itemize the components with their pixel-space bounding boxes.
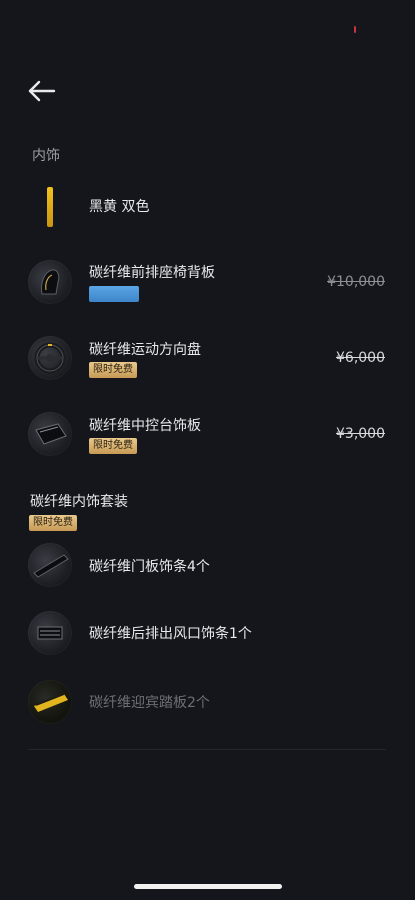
rear-vent-label: 碳纤维后排出风口饰条1个 (89, 626, 252, 642)
welcome-pedal-thumbnail (28, 680, 72, 724)
seat-back-price: ¥10,000 (327, 274, 385, 290)
steering-wheel-price: ¥6,000 (336, 350, 385, 366)
center-console-label: 碳纤维中控台饰板 (89, 418, 201, 434)
color-swatch (47, 187, 53, 227)
steering-wheel-thumbnail (28, 336, 72, 380)
center-console-thumbnail (28, 412, 72, 456)
home-indicator[interactable] (134, 884, 282, 889)
status-indicator-dot (354, 26, 356, 33)
center-console-price: ¥3,000 (336, 426, 385, 442)
door-trim-thumbnail (28, 543, 72, 587)
welcome-pedal-label: 碳纤维迎宾踏板2个 (89, 695, 210, 711)
door-trim-label: 碳纤维门板饰条4个 (89, 559, 210, 575)
free-badge: 限时免费 (89, 438, 137, 454)
kit-title: 碳纤维内饰套装 (30, 494, 128, 510)
divider (28, 749, 386, 750)
color-option-label: 黑黄 双色 (89, 199, 150, 215)
arrow-left-icon (28, 80, 56, 102)
section-title-interior: 内饰 (32, 148, 60, 164)
seat-back-label: 碳纤维前排座椅背板 (89, 265, 215, 281)
kit-free-badge: 限时免费 (29, 515, 77, 531)
rear-vent-thumbnail (28, 611, 72, 655)
seat-back-thumbnail (28, 260, 72, 304)
free-badge: 限时免费 (89, 362, 137, 378)
selected-indicator[interactable] (89, 286, 139, 302)
back-button[interactable] (26, 76, 60, 108)
steering-wheel-label: 碳纤维运动方向盘 (89, 342, 201, 358)
